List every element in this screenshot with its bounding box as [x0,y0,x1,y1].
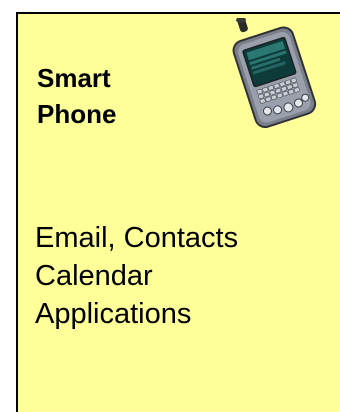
card-title-line-2: Phone [37,99,117,129]
smartphone-icon [232,18,317,128]
list-item: Applications [35,298,192,330]
list-item: Calendar [35,260,153,292]
card-title-line-1: Smart [37,63,111,93]
smart-phone-card: Smart Phone Email, Contacts Calendar App… [16,12,340,412]
feature-list: Email, Contacts Calendar Applications [35,219,238,333]
card-title: Smart Phone [37,60,116,132]
antenna-icon [236,18,248,33]
list-item: Email, Contacts [35,222,239,254]
